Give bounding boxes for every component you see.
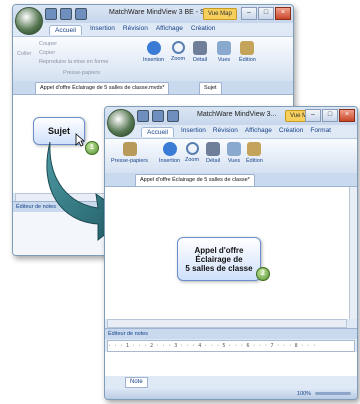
detail-label: Détail [193, 57, 208, 63]
tab-insertion[interactable]: Insertion [181, 127, 206, 137]
presse-papiers-label: Presse-papiers [111, 158, 148, 164]
window-title: MatchWare MindView 3 BE - S... [109, 9, 211, 16]
redo-icon[interactable] [75, 8, 87, 20]
note-bottom-tab[interactable]: Note [125, 377, 148, 388]
tab-revision[interactable]: Révision [123, 25, 148, 35]
save-icon[interactable] [137, 110, 149, 122]
zoom-icon [185, 142, 199, 155]
zoom-label: Zoom [185, 157, 200, 163]
cut-button[interactable]: Couper [39, 41, 57, 47]
zoom-slider[interactable] [315, 392, 351, 395]
topic-tab[interactable]: Sujet [199, 82, 222, 94]
detail-button[interactable]: Détail [193, 41, 207, 63]
insert-icon [162, 142, 177, 156]
insertion-button[interactable]: Insertion [159, 142, 180, 164]
vues-label: Vues [227, 158, 241, 164]
insertion-button[interactable]: Insertion [143, 41, 164, 63]
ribbon: Presse-papiers Insertion Zoom Détail Vue… [105, 138, 357, 174]
title-bar: MatchWare MindView 3... Vue Map – □ × [105, 107, 357, 125]
paste-button[interactable]: Coller [17, 51, 31, 57]
edition-label: Édition [246, 158, 263, 164]
node-line-3: 5 salles de classe [185, 263, 253, 273]
step-badge-2: 2 [256, 267, 270, 281]
document-tab[interactable]: Appel d'offre Éclairage de 5 salles de c… [135, 174, 255, 186]
edit-icon [247, 142, 262, 156]
zoom-level: 100% [296, 391, 311, 397]
zoom-icon [171, 41, 185, 54]
app-menu-button[interactable] [15, 7, 43, 35]
vertical-scrollbar[interactable] [349, 187, 357, 319]
clipboard-icon [122, 142, 137, 156]
close-button[interactable]: × [339, 109, 355, 122]
close-button[interactable]: × [275, 7, 291, 20]
copy-button[interactable]: Copier [39, 50, 55, 56]
tab-creation[interactable]: Création [279, 127, 304, 137]
ribbon-tabs: Accueil Insertion Révision Affichage Cré… [49, 25, 215, 35]
tab-insertion[interactable]: Insertion [90, 25, 115, 35]
zoom-button[interactable]: Zoom [171, 41, 185, 62]
vue-map-tab[interactable]: Vue Map [203, 8, 237, 20]
map-canvas[interactable]: Appel d'offre Éclairage de 5 salles de c… [105, 187, 357, 319]
save-icon[interactable] [45, 8, 57, 20]
edit-icon [240, 41, 255, 55]
vues-button[interactable]: Vues [227, 142, 241, 164]
maximize-button[interactable]: □ [322, 109, 338, 122]
quick-access-toolbar[interactable] [45, 8, 87, 20]
tab-format[interactable]: Format [310, 127, 331, 137]
title-bar: MatchWare MindView 3 BE - S... Vue Map –… [13, 5, 293, 23]
mindview-window-front: MatchWare MindView 3... Vue Map – □ × Accu… [104, 106, 358, 400]
edition-button[interactable]: Édition [246, 142, 263, 164]
tab-accueil[interactable]: Accueil [49, 25, 82, 35]
minimize-button[interactable]: – [305, 109, 321, 122]
status-bar: 100% [105, 389, 357, 399]
detail-icon [193, 41, 208, 55]
ribbon: Coller Couper Copier Reproduire la mise … [13, 36, 293, 82]
document-tabs: Appel d'offre Éclairage de 5 salles de c… [105, 173, 357, 187]
window-title: MatchWare MindView 3... [197, 111, 277, 118]
zoom-label: Zoom [171, 56, 186, 62]
node-line-1: Appel d'offre [194, 245, 244, 255]
tab-revision[interactable]: Révision [213, 127, 238, 137]
insert-icon [146, 41, 161, 55]
window-controls: – □ × [305, 109, 355, 122]
insertion-label: Insertion [159, 158, 181, 164]
horizontal-scrollbar[interactable] [107, 319, 347, 328]
zoom-button[interactable]: Zoom [185, 142, 199, 163]
undo-icon[interactable] [152, 110, 164, 122]
tab-accueil[interactable]: Accueil [141, 127, 174, 137]
redo-icon[interactable] [167, 110, 179, 122]
node-line-2: Éclairage de [195, 254, 243, 264]
tab-creation[interactable]: Création [191, 25, 216, 35]
window-controls: – □ × [241, 7, 291, 20]
maximize-button[interactable]: □ [258, 7, 274, 20]
notes-editor-header: Éditeur de notes [105, 328, 357, 339]
quick-access-toolbar[interactable] [137, 110, 179, 122]
document-tabs: Appel d'offre Éclairage de 5 salles de c… [13, 81, 293, 95]
clipboard-group-label: Presse-papiers [63, 70, 100, 76]
ribbon-tabs: Accueil Insertion Révision Affichage Cré… [141, 127, 331, 137]
insertion-label: Insertion [143, 57, 165, 63]
detail-icon [206, 142, 221, 156]
central-topic-node[interactable]: Appel d'offre Éclairage de 5 salles de c… [177, 237, 261, 281]
edition-label: Édition [239, 57, 256, 63]
views-icon [217, 41, 231, 55]
undo-icon[interactable] [60, 8, 72, 20]
minimize-button[interactable]: – [241, 7, 257, 20]
tab-affichage[interactable]: Affichage [156, 25, 183, 35]
tab-affichage[interactable]: Affichage [245, 127, 272, 137]
format-painter-button[interactable]: Reproduire la mise en forme [39, 59, 108, 65]
document-tab[interactable]: Appel d'offre Éclairage de 5 salles de c… [35, 82, 170, 94]
vues-button[interactable]: Vues [217, 41, 231, 63]
vues-label: Vues [217, 57, 231, 63]
edition-button[interactable]: Édition [239, 41, 256, 63]
detail-button[interactable]: Détail [206, 142, 220, 164]
app-menu-button[interactable] [107, 109, 135, 137]
presse-papiers-group[interactable]: Presse-papiers [111, 142, 148, 164]
views-icon [227, 142, 241, 156]
notes-editor[interactable] [105, 352, 357, 376]
notes-ruler: · · · 1 · · · 2 · · · 3 · · · 4 · · · 5 … [107, 340, 355, 352]
detail-label: Détail [206, 158, 221, 164]
